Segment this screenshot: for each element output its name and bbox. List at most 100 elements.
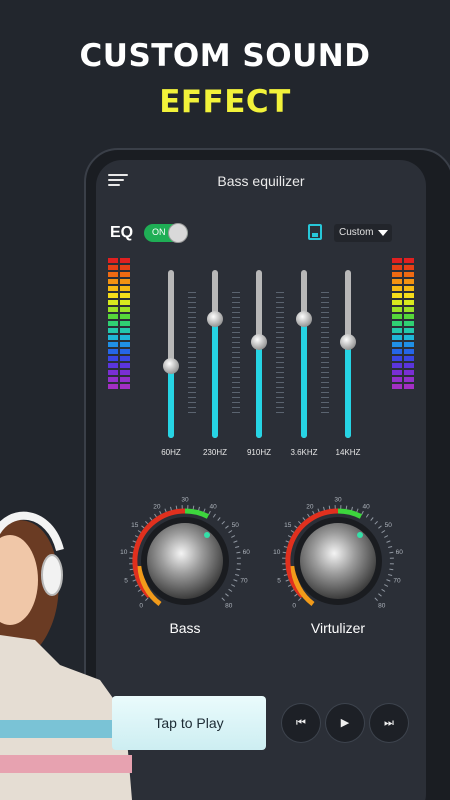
svg-text:70: 70 bbox=[240, 578, 248, 585]
slider-fill bbox=[168, 366, 174, 438]
vu-segment bbox=[392, 258, 414, 263]
vu-segment bbox=[392, 279, 414, 284]
previous-icon[interactable]: ⏮ bbox=[282, 704, 320, 742]
slider-handle[interactable] bbox=[296, 311, 312, 327]
vu-segment bbox=[108, 377, 130, 382]
svg-text:40: 40 bbox=[209, 503, 217, 510]
vu-segment bbox=[108, 349, 130, 354]
eq-slider-910hz[interactable] bbox=[251, 270, 267, 438]
vu-segment bbox=[392, 293, 414, 298]
slider-guide-dots bbox=[321, 292, 329, 416]
eq-label: EQ bbox=[110, 224, 134, 241]
chevron-down-icon bbox=[378, 230, 388, 236]
svg-text:30: 30 bbox=[181, 497, 189, 504]
slider-fill bbox=[256, 342, 262, 438]
svg-text:40: 40 bbox=[362, 503, 370, 510]
svg-text:50: 50 bbox=[385, 522, 393, 529]
vu-segment bbox=[108, 335, 130, 340]
slider-fill bbox=[345, 342, 351, 438]
band-label: 14KHZ bbox=[335, 448, 361, 457]
play-icon[interactable]: ▶ bbox=[326, 704, 364, 742]
svg-text:60: 60 bbox=[396, 549, 403, 556]
vu-segment bbox=[392, 335, 414, 340]
vu-segment bbox=[392, 356, 414, 361]
vu-segment bbox=[392, 286, 414, 291]
preset-value: Custom bbox=[339, 227, 374, 238]
svg-text:60: 60 bbox=[243, 549, 250, 556]
slider-fill bbox=[212, 319, 218, 438]
promo-title-line-2: EFFECT bbox=[159, 84, 291, 120]
svg-text:30: 30 bbox=[334, 497, 342, 504]
vu-segment bbox=[392, 328, 414, 333]
eq-toggle[interactable]: ON bbox=[144, 223, 188, 243]
virtualizer-knob[interactable]: 0 5 10 15 20 30 40 50 60 70 80 bbox=[273, 496, 403, 626]
tap-to-play-button[interactable]: Tap to Play bbox=[112, 696, 266, 750]
person-with-headphones-image bbox=[0, 511, 132, 800]
vu-segment bbox=[108, 384, 130, 389]
vu-segment bbox=[392, 349, 414, 354]
page-title: Bass equilizer bbox=[217, 173, 305, 189]
vu-segment bbox=[392, 342, 414, 347]
slider-handle[interactable] bbox=[251, 334, 267, 350]
eq-slider-230hz[interactable] bbox=[207, 270, 223, 438]
next-icon[interactable]: ⏭ bbox=[370, 704, 408, 742]
slider-guide-dots bbox=[188, 292, 196, 416]
vu-segment bbox=[108, 321, 130, 326]
vu-segment bbox=[108, 265, 130, 270]
band-label: 60HZ bbox=[161, 448, 181, 457]
svg-text:15: 15 bbox=[131, 522, 139, 529]
bass-knob[interactable]: 0 5 10 15 20 30 40 50 60 70 80 bbox=[120, 496, 250, 626]
eq-slider-3-6khz[interactable] bbox=[296, 270, 312, 438]
vu-segment bbox=[108, 370, 130, 375]
vu-segment bbox=[392, 307, 414, 312]
vu-meter-right bbox=[392, 258, 414, 391]
svg-text:0: 0 bbox=[292, 602, 296, 609]
eq-slider-14khz[interactable] bbox=[340, 270, 356, 438]
preset-dropdown[interactable]: Custom bbox=[334, 224, 392, 242]
svg-text:20: 20 bbox=[306, 503, 314, 510]
svg-text:70: 70 bbox=[393, 578, 401, 585]
svg-text:5: 5 bbox=[277, 578, 281, 585]
svg-text:50: 50 bbox=[232, 522, 240, 529]
vu-segment bbox=[108, 279, 130, 284]
vu-segment bbox=[108, 258, 130, 263]
vu-segment bbox=[392, 370, 414, 375]
bass-label: Bass bbox=[169, 620, 201, 636]
band-label: 230HZ bbox=[202, 448, 227, 457]
vu-segment bbox=[108, 342, 130, 347]
slider-fill bbox=[301, 319, 307, 438]
vu-segment bbox=[108, 363, 130, 368]
svg-text:20: 20 bbox=[153, 503, 161, 510]
vu-segment bbox=[392, 377, 414, 382]
vu-segment bbox=[392, 272, 414, 277]
vu-segment bbox=[108, 272, 130, 277]
vu-segment bbox=[392, 363, 414, 368]
slider-guide-dots bbox=[276, 292, 284, 416]
vu-segment bbox=[392, 384, 414, 389]
virtualizer-label: Virtulizer bbox=[310, 620, 366, 636]
band-label: 910HZ bbox=[246, 448, 271, 457]
svg-text:80: 80 bbox=[225, 602, 233, 609]
slider-handle[interactable] bbox=[163, 358, 179, 374]
svg-text:0: 0 bbox=[139, 602, 143, 609]
slider-handle[interactable] bbox=[340, 334, 356, 350]
slider-guide-dots bbox=[232, 292, 240, 416]
vu-segment bbox=[108, 314, 130, 319]
toggle-knob bbox=[168, 223, 188, 243]
svg-text:10: 10 bbox=[273, 549, 281, 556]
vu-segment bbox=[392, 314, 414, 319]
vu-meter-left bbox=[108, 258, 130, 391]
vu-segment bbox=[108, 300, 130, 305]
vu-segment bbox=[108, 307, 130, 312]
eq-slider-60hz[interactable] bbox=[163, 270, 179, 438]
eq-toggle-label: ON bbox=[152, 227, 166, 237]
slider-handle[interactable] bbox=[207, 311, 223, 327]
vu-segment bbox=[392, 265, 414, 270]
band-label: 3.6KHZ bbox=[290, 448, 318, 457]
svg-text:15: 15 bbox=[284, 522, 292, 529]
vu-segment bbox=[392, 321, 414, 326]
promo-title-line-1: CUSTOM SOUND bbox=[79, 38, 371, 74]
save-icon[interactable] bbox=[308, 224, 322, 240]
vu-segment bbox=[392, 300, 414, 305]
vu-segment bbox=[108, 293, 130, 298]
